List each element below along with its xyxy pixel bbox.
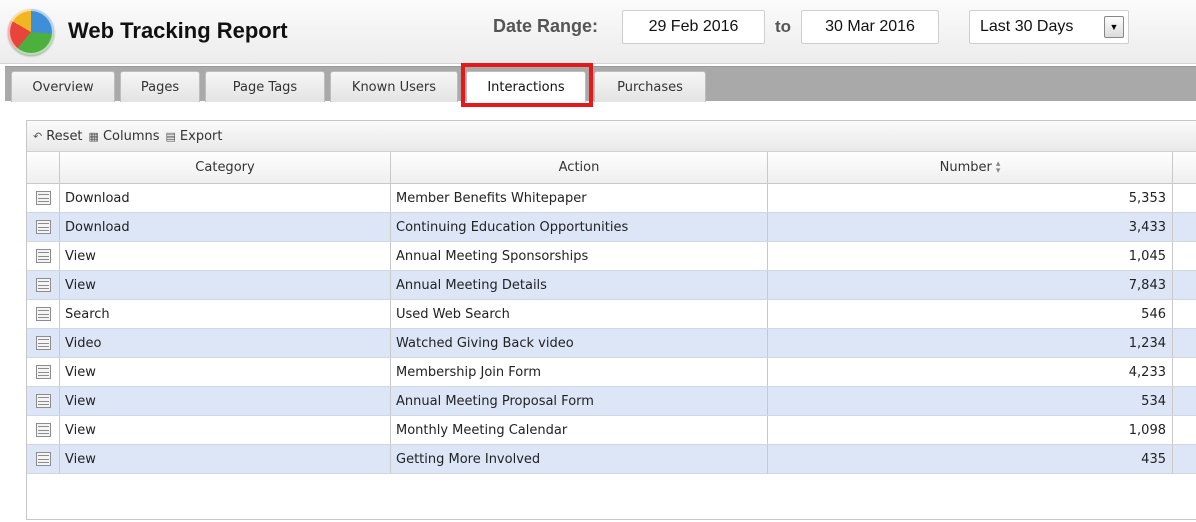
date-to-field[interactable]: 30 Mar 2016 bbox=[801, 10, 939, 44]
action-cell: Getting More Involved bbox=[391, 445, 768, 473]
chevron-down-icon[interactable]: ▼ bbox=[1104, 16, 1124, 38]
number-cell: 435 bbox=[768, 445, 1173, 473]
table-row[interactable]: Search Used Web Search 546 bbox=[27, 300, 1196, 329]
row-detail-cell[interactable] bbox=[27, 358, 60, 386]
category-cell: View bbox=[60, 416, 391, 444]
row-detail-cell[interactable] bbox=[27, 445, 60, 473]
pie-chart-logo-icon bbox=[8, 9, 54, 55]
table-row[interactable]: View Annual Meeting Sponsorships 1,045 bbox=[27, 242, 1196, 271]
tab-interactions[interactable]: Interactions bbox=[466, 71, 586, 102]
category-cell: View bbox=[60, 242, 391, 270]
column-header-action[interactable]: Action bbox=[391, 152, 768, 183]
number-cell: 3,433 bbox=[768, 213, 1173, 241]
date-preset-value: Last 30 Days bbox=[980, 18, 1074, 35]
export-button[interactable]: ▤ Export bbox=[166, 129, 223, 144]
tab-page-tags[interactable]: Page Tags bbox=[205, 71, 325, 102]
category-cell: View bbox=[60, 387, 391, 415]
row-detail-icon[interactable] bbox=[35, 394, 51, 408]
row-detail-cell[interactable] bbox=[27, 300, 60, 328]
number-cell: 534 bbox=[768, 387, 1173, 415]
number-cell: 1,234 bbox=[768, 329, 1173, 357]
row-detail-icon[interactable] bbox=[35, 278, 51, 292]
row-detail-cell[interactable] bbox=[27, 213, 60, 241]
row-detail-icon[interactable] bbox=[35, 365, 51, 379]
column-header-number-label: Number bbox=[939, 160, 992, 175]
table-row[interactable]: View Annual Meeting Details 7,843 bbox=[27, 271, 1196, 300]
action-cell: Monthly Meeting Calendar bbox=[391, 416, 768, 444]
category-cell: View bbox=[60, 271, 391, 299]
table-row[interactable]: Video Watched Giving Back video 1,234 bbox=[27, 329, 1196, 358]
columns-label: Columns bbox=[102, 128, 160, 144]
date-range-label: Date Range: bbox=[493, 16, 599, 36]
row-detail-icon[interactable] bbox=[35, 249, 51, 263]
sort-icon[interactable]: ▴ ▾ bbox=[996, 159, 1001, 175]
tab-bar: Overview Pages Page Tags Known Users Int… bbox=[5, 66, 1196, 102]
reset-label: Reset bbox=[46, 128, 83, 144]
date-preset-select[interactable]: Last 30 Days ▼ bbox=[969, 10, 1129, 44]
row-detail-cell[interactable] bbox=[27, 242, 60, 270]
category-cell: View bbox=[60, 358, 391, 386]
category-cell: Download bbox=[60, 184, 391, 212]
category-cell: Download bbox=[60, 213, 391, 241]
row-detail-cell[interactable] bbox=[27, 271, 60, 299]
columns-icon: ▦ bbox=[88, 129, 99, 143]
table-body: Download Member Benefits Whitepaper 5,353 D… bbox=[27, 184, 1196, 474]
row-detail-icon[interactable] bbox=[35, 220, 51, 234]
action-cell: Used Web Search bbox=[391, 300, 768, 328]
number-cell: 546 bbox=[768, 300, 1173, 328]
column-header-row: Category Action Number ▴ ▾ bbox=[27, 152, 1196, 184]
tab-known-users[interactable]: Known Users bbox=[330, 71, 458, 102]
row-detail-icon[interactable] bbox=[35, 191, 51, 205]
grid-toolbar: ↶ Reset ▦ Columns ▤ Export bbox=[27, 121, 1196, 152]
tab-overview[interactable]: Overview bbox=[11, 71, 115, 102]
number-cell: 7,843 bbox=[768, 271, 1173, 299]
column-header-category[interactable]: Category bbox=[60, 152, 391, 183]
action-cell: Watched Giving Back video bbox=[391, 329, 768, 357]
table-row[interactable]: Download Member Benefits Whitepaper 5,353 bbox=[27, 184, 1196, 213]
action-cell: Annual Meeting Details bbox=[391, 271, 768, 299]
action-cell: Annual Meeting Sponsorships bbox=[391, 242, 768, 270]
number-cell: 1,045 bbox=[768, 242, 1173, 270]
row-detail-cell[interactable] bbox=[27, 184, 60, 212]
interactions-grid: ↶ Reset ▦ Columns ▤ Export Category Acti… bbox=[26, 120, 1196, 520]
tab-pages[interactable]: Pages bbox=[120, 71, 200, 102]
row-icon-column-header bbox=[27, 152, 60, 183]
columns-button[interactable]: ▦ Columns bbox=[89, 129, 160, 144]
row-detail-cell[interactable] bbox=[27, 329, 60, 357]
table-row[interactable]: View Monthly Meeting Calendar 1,098 bbox=[27, 416, 1196, 445]
date-to-label: to bbox=[775, 17, 792, 36]
row-detail-cell[interactable] bbox=[27, 416, 60, 444]
row-detail-icon[interactable] bbox=[35, 336, 51, 350]
number-cell: 5,353 bbox=[768, 184, 1173, 212]
table-row[interactable]: View Annual Meeting Proposal Form 534 bbox=[27, 387, 1196, 416]
row-detail-icon[interactable] bbox=[35, 452, 51, 466]
export-icon: ▤ bbox=[165, 129, 176, 143]
category-cell: Search bbox=[60, 300, 391, 328]
number-cell: 4,233 bbox=[768, 358, 1173, 386]
table-row[interactable]: Download Continuing Education Opportuniti… bbox=[27, 213, 1196, 242]
action-cell: Annual Meeting Proposal Form bbox=[391, 387, 768, 415]
table-row[interactable]: View Membership Join Form 4,233 bbox=[27, 358, 1196, 387]
page-title: Web Tracking Report bbox=[68, 18, 288, 43]
tab-purchases[interactable]: Purchases bbox=[594, 71, 706, 102]
export-label: Export bbox=[179, 128, 223, 144]
row-detail-icon[interactable] bbox=[35, 423, 51, 437]
row-detail-cell[interactable] bbox=[27, 387, 60, 415]
category-cell: View bbox=[60, 445, 391, 473]
action-cell: Member Benefits Whitepaper bbox=[391, 184, 768, 212]
table-row[interactable]: View Getting More Involved 435 bbox=[27, 445, 1196, 474]
action-cell: Continuing Education Opportunities bbox=[391, 213, 768, 241]
row-detail-icon[interactable] bbox=[35, 307, 51, 321]
undo-icon: ↶ bbox=[33, 129, 43, 143]
reset-button[interactable]: ↶ Reset bbox=[33, 129, 83, 144]
action-cell: Membership Join Form bbox=[391, 358, 768, 386]
report-header: Web Tracking Report Date Range: 29 Feb 2… bbox=[0, 0, 1196, 64]
number-cell: 1,098 bbox=[768, 416, 1173, 444]
date-from-field[interactable]: 29 Feb 2016 bbox=[622, 10, 765, 44]
category-cell: Video bbox=[60, 329, 391, 357]
column-header-number[interactable]: Number ▴ ▾ bbox=[768, 152, 1173, 183]
